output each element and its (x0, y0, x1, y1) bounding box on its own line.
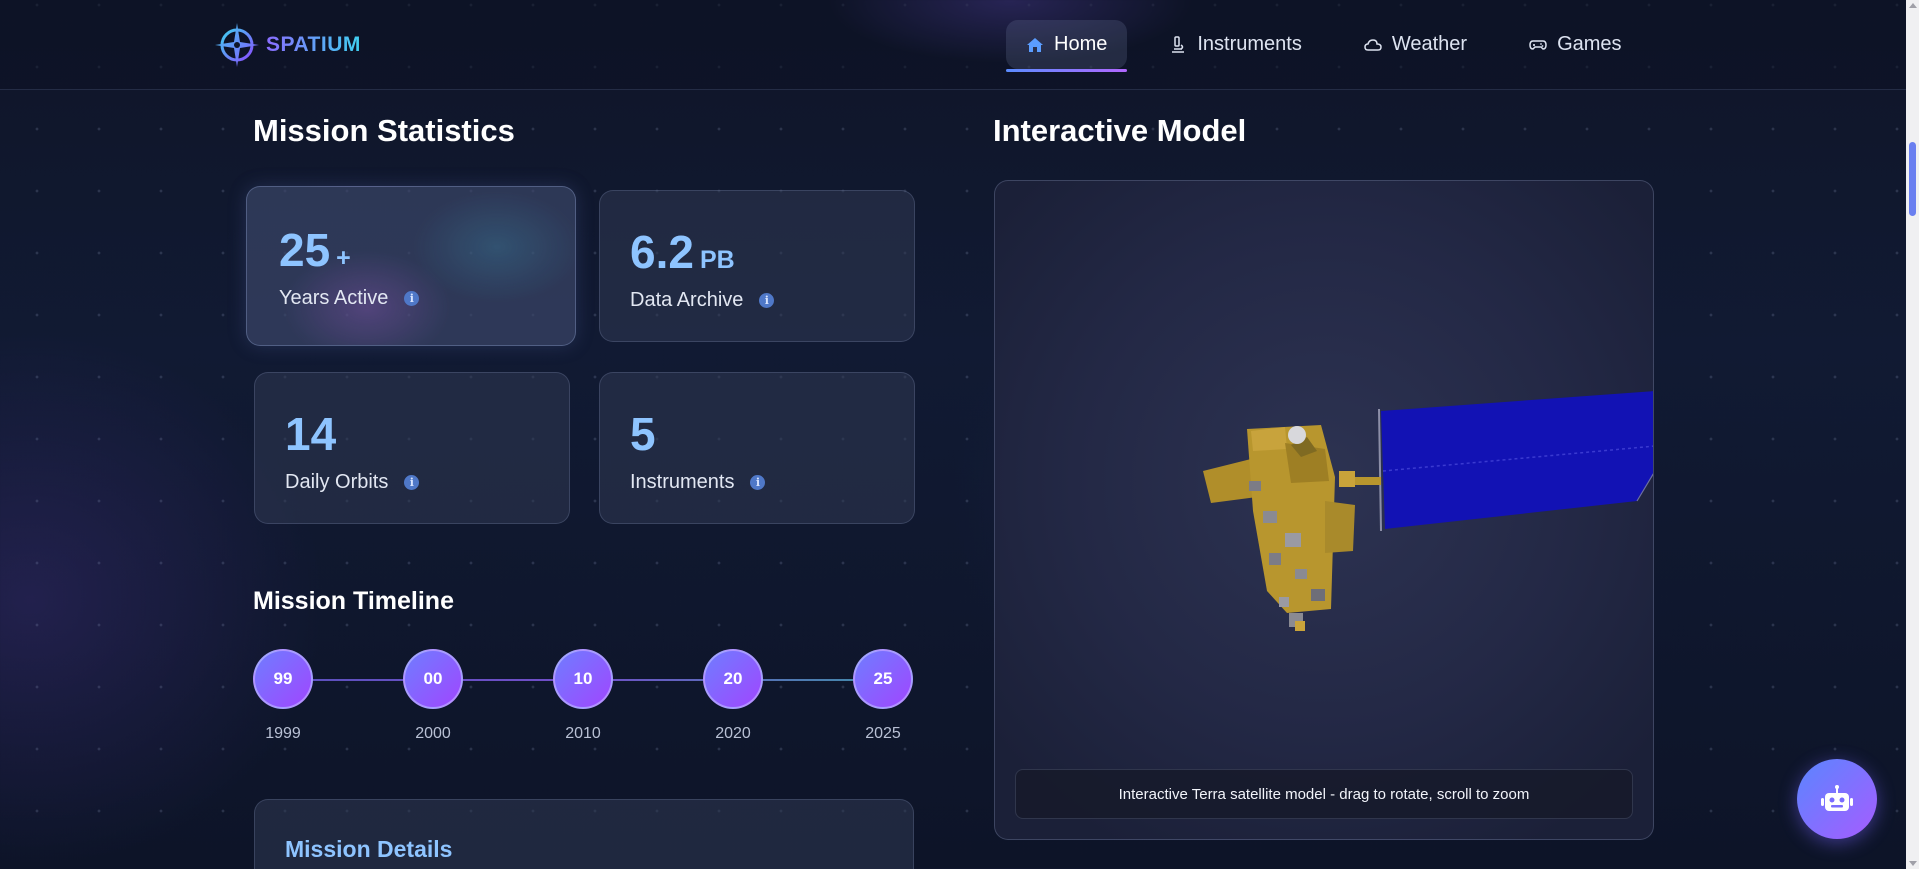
robot-icon (1821, 785, 1853, 811)
microscope-icon (1172, 35, 1185, 53)
main-nav: Home Instruments Weather Games (1006, 20, 1642, 72)
timeline-node[interactable]: 99 1999 (253, 649, 313, 743)
stat-value: 25 + (279, 223, 351, 277)
stat-card-years-active[interactable]: 25 + Years Active i (246, 186, 576, 346)
stat-label-text: Daily Orbits (285, 471, 389, 493)
nav-games-label: Games (1557, 33, 1622, 55)
stat-label: Instruments i (630, 471, 766, 494)
stat-number: 5 (630, 408, 656, 460)
gamepad-icon (1529, 39, 1547, 50)
info-icon[interactable]: i (404, 475, 420, 490)
brand-name: SPATIUM (266, 33, 361, 56)
stat-value: 6.2 PB (630, 225, 735, 279)
timeline-circle: 99 (253, 649, 313, 709)
home-icon (1027, 37, 1043, 52)
model-caption: Interactive Terra satellite model - drag… (1015, 769, 1633, 819)
timeline-circle: 20 (703, 649, 763, 709)
stat-number: 14 (285, 408, 337, 460)
info-icon[interactable]: i (759, 293, 775, 308)
page-scrollbar[interactable] (1906, 0, 1919, 869)
timeline-node[interactable]: 00 2000 (403, 649, 463, 743)
info-icon[interactable]: i (404, 291, 420, 306)
stat-label-text: Years Active (279, 287, 389, 309)
nav-home[interactable]: Home (1006, 20, 1128, 72)
stat-card-daily-orbits[interactable]: 14 Daily Orbits i (254, 372, 570, 524)
boom-joint (1339, 471, 1355, 487)
satellite-model-viewer[interactable]: Interactive Terra satellite model - drag… (994, 180, 1654, 840)
mission-details-title: Mission Details (285, 836, 453, 862)
timeline-node[interactable]: 20 2020 (703, 649, 763, 743)
stat-unit: + (336, 244, 351, 272)
timeline-circle: 00 (403, 649, 463, 709)
timeline-node[interactable]: 25 2025 (853, 649, 913, 743)
mission-timeline-title: Mission Timeline (253, 587, 454, 615)
scroll-thumb[interactable] (1909, 142, 1916, 216)
nav-weather-label: Weather (1391, 33, 1468, 55)
nav-home-label: Home (1054, 33, 1108, 55)
stat-label-text: Data Archive (630, 289, 744, 311)
stat-label: Data Archive i (630, 289, 775, 312)
nav-games[interactable]: Games (1509, 20, 1641, 69)
scroll-up-arrow[interactable] (1909, 3, 1917, 8)
nav-weather[interactable]: Weather (1344, 20, 1487, 69)
timeline-year: 2000 (415, 725, 451, 742)
stat-number: 25 (279, 224, 331, 276)
stat-card-instruments[interactable]: 5 Instruments i (599, 372, 915, 524)
info-icon[interactable]: i (750, 475, 766, 490)
top-navbar: SPATIUM Home Instruments Weather Games (0, 0, 1906, 90)
stat-label: Years Active i (279, 287, 420, 310)
timeline-node[interactable]: 10 2010 (553, 649, 613, 743)
timeline-year: 2025 (865, 725, 901, 742)
terra-satellite-model[interactable] (995, 181, 1654, 840)
stat-label-text: Instruments (630, 471, 735, 493)
stat-unit: PB (699, 246, 735, 274)
timeline-circle: 10 (553, 649, 613, 709)
nav-instruments[interactable]: Instruments (1149, 20, 1321, 69)
mission-statistics-title: Mission Statistics (253, 113, 515, 148)
stat-value: 5 (630, 407, 662, 461)
stat-number: 6.2 (630, 226, 694, 278)
satellite-body (1203, 425, 1355, 631)
chatbot-button[interactable] (1797, 759, 1877, 839)
timeline-year: 1999 (265, 725, 301, 742)
compass-star-icon (215, 23, 259, 67)
stat-value: 14 (285, 407, 342, 461)
timeline-circle: 25 (853, 649, 913, 709)
scroll-down-arrow[interactable] (1909, 861, 1917, 866)
solar-panel (1378, 391, 1653, 532)
stat-card-data-archive[interactable]: 6.2 PB Data Archive i (599, 190, 915, 342)
nav-instruments-label: Instruments (1197, 33, 1302, 55)
timeline-year: 2020 (715, 725, 751, 742)
cloud-icon (1364, 38, 1382, 51)
brand-logo[interactable]: SPATIUM (214, 22, 361, 68)
timeline-year: 2010 (565, 725, 601, 742)
interactive-model-title: Interactive Model (993, 113, 1247, 148)
mission-details-card: Mission Details (254, 799, 914, 869)
stat-label: Daily Orbits i (285, 471, 420, 494)
